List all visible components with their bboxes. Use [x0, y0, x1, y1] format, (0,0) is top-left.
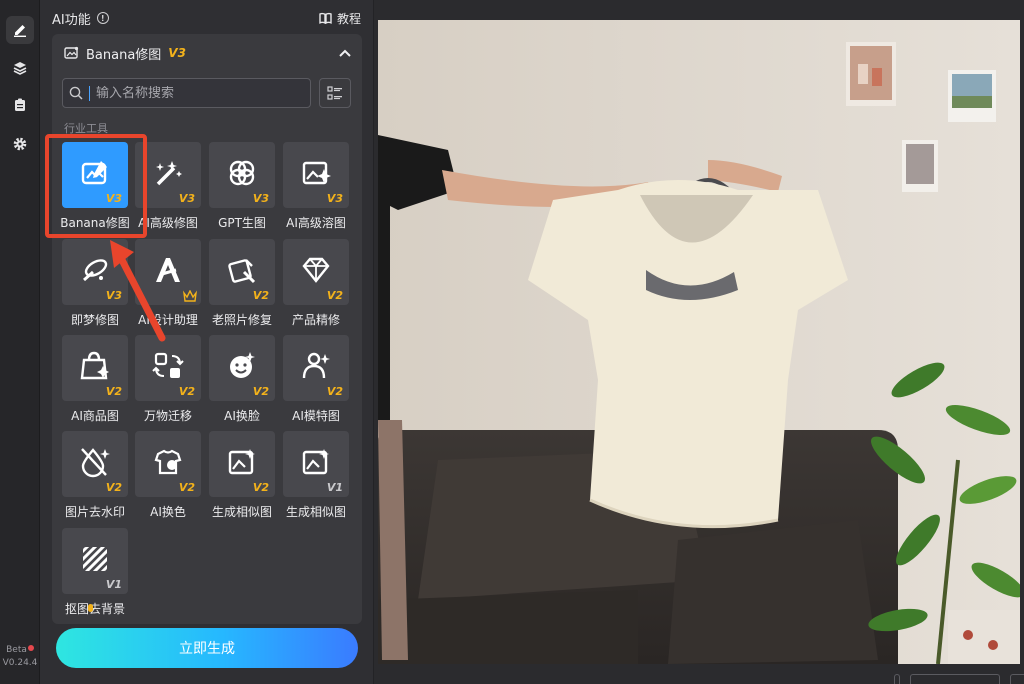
- tool-tile[interactable]: V2: [62, 431, 128, 497]
- layers-button[interactable]: [6, 54, 34, 82]
- tool-version-badge: V2: [105, 481, 122, 494]
- tool-card: Banana修图 V3 行业工具 V3Banana修图V3AI高级修图V3GPT…: [52, 34, 362, 624]
- notification-dot: [27, 645, 34, 651]
- layers-icon: [13, 62, 27, 75]
- tool-label: 图片去水印: [64, 505, 125, 519]
- tool-tile[interactable]: V2: [283, 335, 349, 401]
- tool-label: AI换脸: [224, 409, 260, 423]
- tool-version-badge: V2: [326, 385, 343, 398]
- tool-tile[interactable]: V2: [209, 239, 275, 305]
- tool-version-badge: V1: [326, 481, 343, 494]
- tutorial-link[interactable]: 教程: [319, 10, 361, 27]
- tool-label: 万物迁移: [143, 409, 192, 423]
- scroll-indicator-left: [88, 604, 93, 612]
- model-person-icon: [302, 352, 330, 379]
- magic-wand-icon: [156, 161, 182, 186]
- tool-label: 生成相似图: [285, 505, 346, 519]
- tool-label: AI商品图: [71, 409, 119, 423]
- card-header[interactable]: Banana修图 V3: [64, 43, 352, 63]
- tool-tile[interactable]: V3: [209, 142, 275, 208]
- cutout-icon: [83, 547, 107, 571]
- tool-tile[interactable]: V1: [62, 528, 128, 594]
- tool-version-badge: V3: [252, 192, 269, 205]
- canvas-area[interactable]: [374, 0, 1024, 684]
- diamond-icon: [302, 257, 330, 283]
- text-caret: [89, 85, 90, 101]
- tool-label: 生成相似图: [211, 505, 272, 519]
- panel-header: AI功能 ! 教程: [52, 8, 361, 28]
- clipboard-icon: [15, 98, 25, 111]
- tool-version-badge: V2: [326, 289, 343, 302]
- tool-label: AI模特图: [292, 409, 340, 423]
- tool-version-badge: V2: [105, 385, 122, 398]
- photo-repair-icon: [228, 259, 256, 284]
- tool-label: AI换色: [150, 505, 186, 519]
- tool-version-badge: V3: [178, 192, 195, 205]
- tool-tile[interactable]: V1: [283, 431, 349, 497]
- version-label: V0.24.4: [2, 658, 38, 668]
- tool-tile[interactable]: V3: [283, 142, 349, 208]
- tutorial-label: 教程: [336, 11, 361, 26]
- crown-icon: [183, 290, 197, 302]
- tool-version-badge: V2: [252, 385, 269, 398]
- card-title: Banana修图: [86, 47, 162, 63]
- image-edit-icon: [64, 46, 79, 59]
- book-icon: [319, 12, 332, 24]
- tool-version-badge: V2: [252, 289, 269, 302]
- tool-tile[interactable]: V2: [209, 431, 275, 497]
- history-button[interactable]: [6, 91, 34, 119]
- highlight-box: [45, 134, 147, 238]
- generate-button[interactable]: 立即生成: [56, 628, 358, 668]
- tool-version-badge: V3: [326, 192, 343, 205]
- settings-button[interactable]: [6, 130, 34, 158]
- chevron-up-icon[interactable]: [338, 48, 352, 58]
- tool-version-badge: V2: [178, 385, 195, 398]
- search-icon: [69, 86, 83, 100]
- tool-version-badge: V2: [178, 481, 195, 494]
- panel-title: AI功能: [52, 12, 91, 28]
- tool-label: 产品精修: [291, 313, 340, 327]
- card-version-badge: V3: [168, 46, 186, 60]
- remove-watermark-icon: [81, 448, 110, 478]
- canvas-bottom-tabs: [894, 672, 1024, 684]
- annotation-arrow: [110, 240, 166, 342]
- product-photo[interactable]: [378, 20, 1020, 664]
- tool-version-badge: V2: [252, 481, 269, 494]
- list-view-button[interactable]: [319, 78, 351, 108]
- tool-tile[interactable]: V2: [135, 431, 201, 497]
- photo-image: [378, 20, 1020, 664]
- tool-version-badge: V1: [105, 578, 122, 591]
- similar-image-icon: [228, 449, 255, 475]
- shopping-bag-icon: [80, 351, 109, 380]
- pen-icon: [14, 25, 26, 37]
- left-toolbar: Beta V0.24.4: [0, 0, 40, 684]
- gear-icon: [13, 137, 27, 151]
- tool-label: GPT生图: [218, 216, 266, 230]
- gpt-knot-icon: [229, 160, 255, 186]
- tool-label: 抠图去背景: [64, 602, 125, 616]
- search-box[interactable]: [62, 78, 311, 108]
- list-view-icon: [327, 86, 342, 100]
- beta-label: Beta: [0, 645, 40, 655]
- ai-features-panel: AI功能 ! 教程 Banana修图 V3 输入名称搜索 行业工具 V3 Ban…: [40, 0, 406, 684]
- info-icon[interactable]: !: [96, 12, 109, 24]
- tool-label: AI高级溶图: [286, 216, 346, 230]
- recolor-shirt-icon: [154, 449, 182, 475]
- similar-image-icon: [302, 449, 329, 475]
- tool-label: 老照片修复: [211, 313, 272, 327]
- tool-tile[interactable]: V2: [209, 335, 275, 401]
- face-swap-icon: [230, 352, 255, 378]
- tool-tile[interactable]: V2: [283, 239, 349, 305]
- transfer-icon: [152, 352, 184, 378]
- search-input[interactable]: [96, 85, 296, 101]
- image-sparkle-icon: [302, 161, 331, 185]
- edit-tool-button[interactable]: [6, 16, 34, 44]
